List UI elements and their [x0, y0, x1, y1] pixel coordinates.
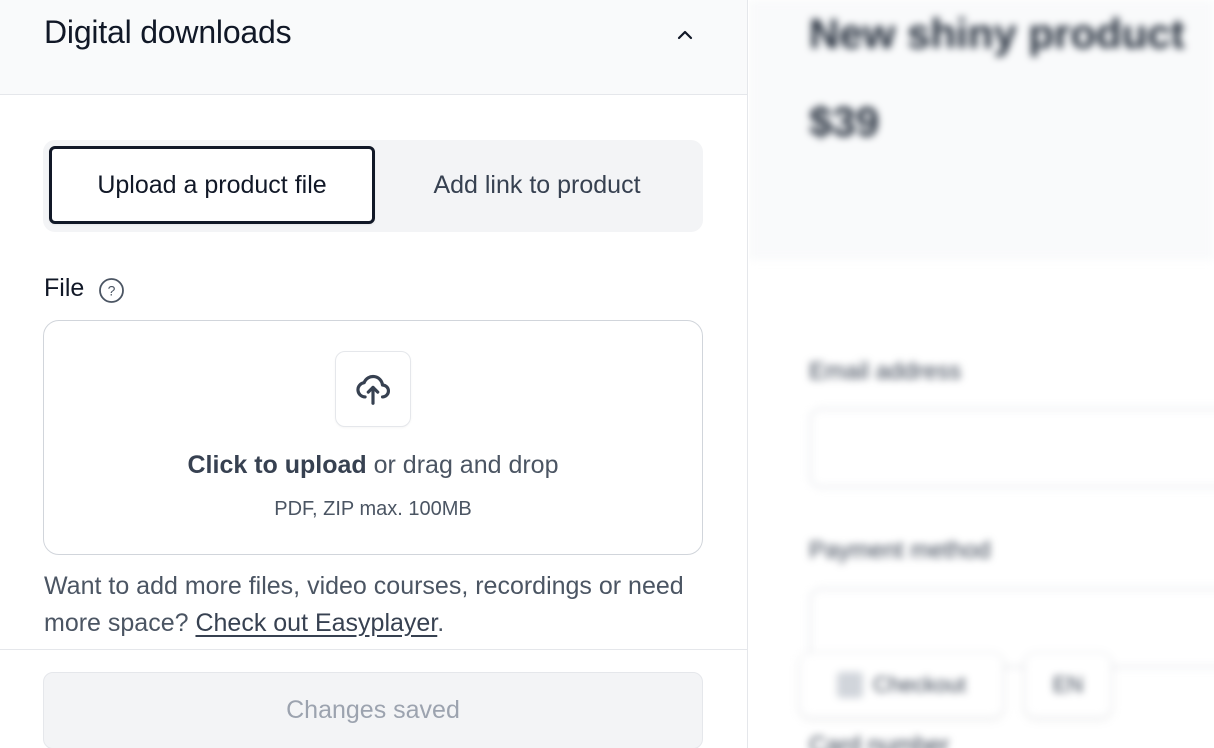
upload-icon-box [335, 351, 411, 427]
preview-email-input [809, 408, 1214, 488]
product-preview: New shiny product $39 Email address Paym… [749, 0, 1214, 748]
drag-drop-text: or drag and drop [366, 451, 559, 479]
collapse-button[interactable] [664, 14, 706, 56]
upload-hint: PDF, ZIP max. 100MB [274, 498, 472, 520]
changes-saved-button[interactable]: Changes saved [43, 672, 703, 748]
tab-add-link[interactable]: Add link to product [378, 146, 696, 224]
preview-price: $39 [809, 98, 880, 145]
file-label: File [44, 274, 85, 302]
file-dropzone[interactable]: Click to upload or drag and drop PDF, ZI… [43, 320, 703, 555]
upload-instruction: Click to upload or drag and drop [44, 451, 702, 480]
preview-checkout-pill: Checkout [799, 652, 1004, 718]
click-to-upload-link[interactable]: Click to upload [188, 451, 367, 479]
more-files-suffix: . [437, 609, 445, 637]
tab-upload-file[interactable]: Upload a product file [49, 146, 375, 224]
preview-header: New shiny product $39 [749, 0, 1214, 260]
preview-card-label: Card number [809, 732, 950, 748]
preview-email-label: Email address [809, 358, 962, 385]
preview-lang-label: EN [1052, 672, 1084, 697]
chevron-up-icon [677, 30, 693, 40]
easyplayer-link[interactable]: Check out Easyplayer [195, 609, 437, 637]
panel-footer: Changes saved [0, 649, 747, 748]
help-icon[interactable]: ? [98, 277, 125, 304]
panel-header: Digital downloads [0, 0, 747, 95]
settings-panel: Digital downloads Upload a product file … [0, 0, 748, 748]
upload-mode-toggle: Upload a product file Add link to produc… [43, 140, 703, 232]
panel-title: Digital downloads [44, 14, 292, 50]
cloud-upload-icon [356, 375, 391, 405]
preview-title: New shiny product [809, 10, 1185, 57]
svg-text:?: ? [108, 283, 116, 299]
more-files-note: Want to add more files, video courses, r… [44, 568, 704, 642]
preview-payment-label: Payment method [809, 537, 991, 564]
preview-lang-pill: EN [1024, 652, 1112, 718]
preview-checkout-label: Checkout [873, 672, 966, 697]
checkout-icon [837, 672, 864, 698]
